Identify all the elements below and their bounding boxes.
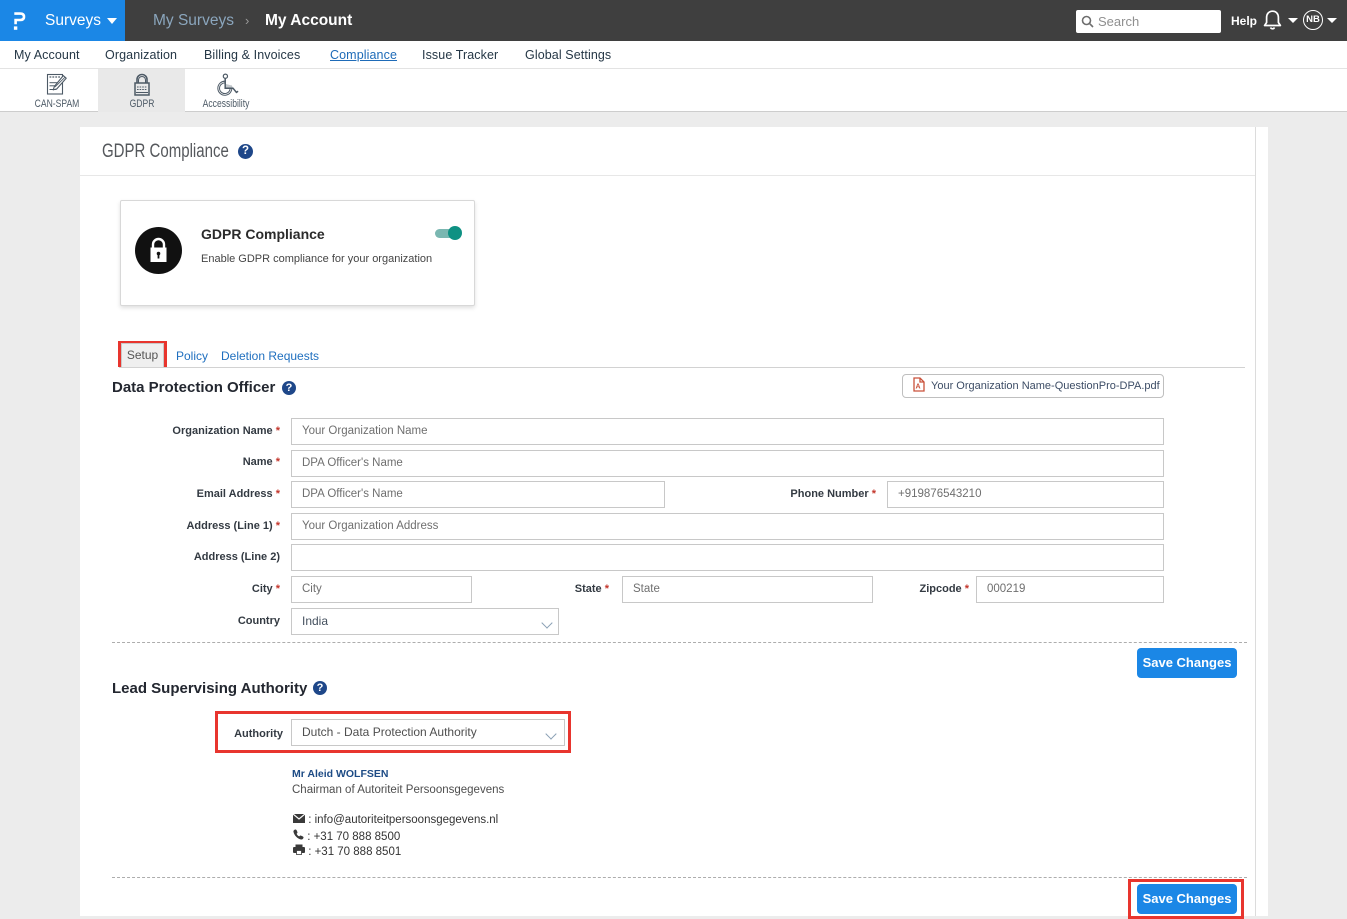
svg-text:A: A [916, 384, 921, 391]
